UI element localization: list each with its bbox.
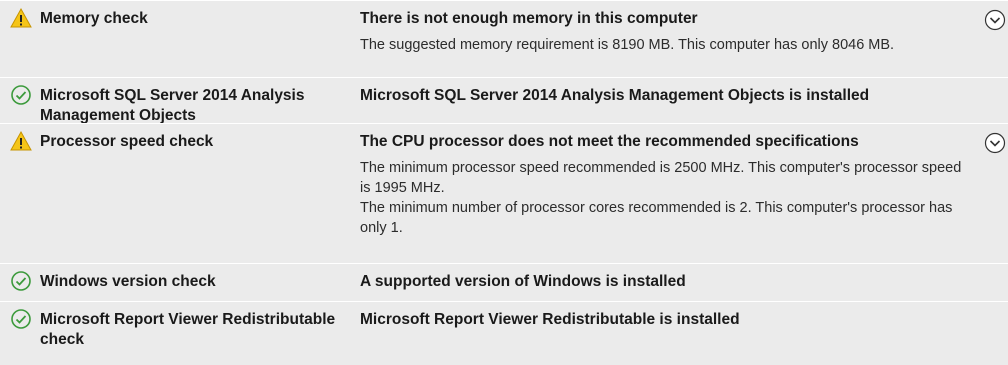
check-result-title: Microsoft Report Viewer Redistributable … — [360, 311, 740, 328]
check-row-report-viewer: Microsoft Report Viewer Redistributable … — [0, 301, 1008, 365]
check-row-memory: Memory check There is not enough memory … — [0, 0, 1008, 77]
check-name: Microsoft Report Viewer Redistributable … — [40, 311, 336, 348]
check-circle-icon — [11, 309, 31, 329]
check-detail-line: The minimum processor speed recommended … — [360, 160, 962, 196]
warning-icon — [10, 7, 32, 28]
check-result: Microsoft Report Viewer Redistributable … — [360, 310, 980, 330]
check-name: Windows version check — [40, 273, 216, 290]
check-name: Microsoft SQL Server 2014 Analysis Manag… — [40, 87, 305, 124]
warning-icon — [10, 130, 32, 151]
check-result: A supported version of Windows is instal… — [360, 272, 980, 292]
check-result: There is not enough memory in this compu… — [360, 9, 980, 55]
check-circle-icon — [11, 271, 31, 291]
expand-chevron-icon[interactable] — [984, 9, 1006, 31]
check-result: Microsoft SQL Server 2014 Analysis Manag… — [360, 86, 980, 106]
prerequisite-check-list: Memory check There is not enough memory … — [0, 0, 1008, 365]
check-detail-line: The minimum number of processor cores re… — [360, 200, 953, 236]
check-result-title: A supported version of Windows is instal… — [360, 273, 686, 290]
check-result-detail: The suggested memory requirement is 8190… — [360, 37, 895, 53]
check-circle-icon — [11, 85, 31, 105]
check-name: Processor speed check — [40, 133, 214, 150]
check-row-windows-version: Windows version check A supported versio… — [0, 263, 1008, 301]
check-result: The CPU processor does not meet the reco… — [360, 132, 980, 238]
check-row-processor-speed: Processor speed check The CPU processor … — [0, 123, 1008, 263]
check-result-title: There is not enough memory in this compu… — [360, 10, 698, 27]
check-row-analysis-management-objects: Microsoft SQL Server 2014 Analysis Manag… — [0, 77, 1008, 124]
expand-chevron-icon[interactable] — [984, 132, 1006, 154]
check-result-detail: The minimum processor speed recommended … — [360, 158, 970, 238]
check-result-title: The CPU processor does not meet the reco… — [360, 133, 859, 150]
check-result-title: Microsoft SQL Server 2014 Analysis Manag… — [360, 87, 870, 104]
check-name: Memory check — [40, 10, 148, 27]
